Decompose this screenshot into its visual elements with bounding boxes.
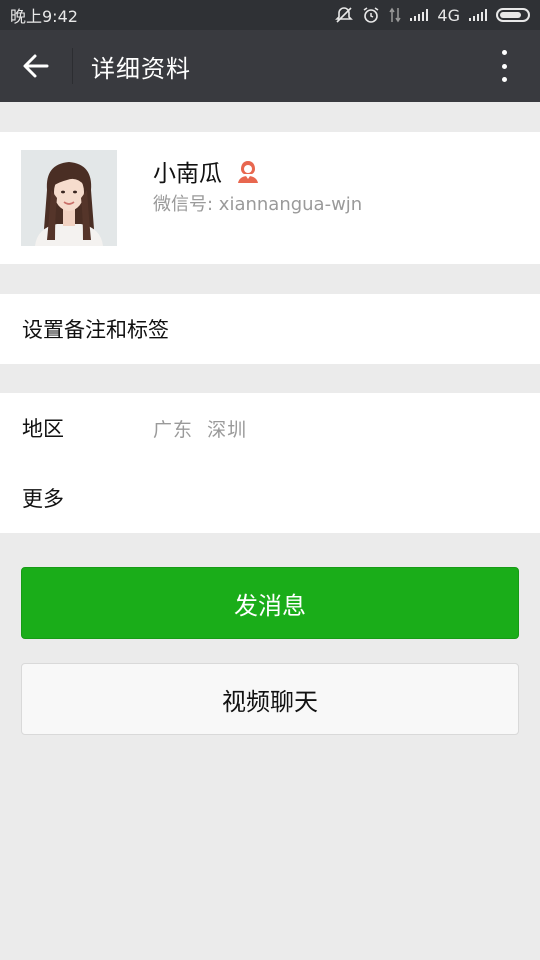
- more-cell[interactable]: 更多: [0, 463, 540, 533]
- data-transfer-icon: [389, 7, 402, 23]
- network-type: 4G: [437, 5, 460, 25]
- send-message-button[interactable]: 发消息: [21, 567, 519, 639]
- avatar-photo: [21, 150, 117, 246]
- page-title: 详细资料: [91, 54, 191, 83]
- status-icons: 4G: [335, 6, 530, 25]
- more-button[interactable]: [484, 48, 524, 84]
- more-label: 更多: [22, 487, 64, 511]
- back-button[interactable]: [0, 30, 72, 102]
- status-time: 晚上9:42: [10, 7, 78, 26]
- status-bar: 晚上9:42 4G: [0, 0, 540, 30]
- remark-tags-cell[interactable]: 设置备注和标签: [0, 294, 540, 364]
- more-vertical-icon: [501, 50, 507, 55]
- wechat-id: 微信号: xiannangua-wjn: [153, 194, 363, 215]
- battery-icon: [496, 8, 530, 22]
- alarm-icon: [362, 6, 380, 24]
- female-user-icon: [238, 161, 258, 183]
- no-notifications-icon: [335, 6, 354, 24]
- signal-icon-2: [469, 9, 487, 21]
- title-bar: 详细资料: [0, 30, 540, 102]
- title-divider: [72, 48, 73, 84]
- region-value: 广东 深圳: [153, 418, 248, 441]
- region-cell: 地区 广东 深圳: [0, 393, 540, 463]
- arrow-left-icon: [23, 54, 49, 78]
- signal-icon: [410, 9, 429, 21]
- video-chat-button[interactable]: 视频聊天: [21, 663, 519, 735]
- remark-group: 设置备注和标签: [0, 294, 540, 364]
- region-label: 地区: [22, 417, 64, 441]
- remark-tags-label: 设置备注和标签: [22, 318, 169, 342]
- name-row: 小南瓜: [153, 154, 260, 188]
- avatar[interactable]: [21, 150, 117, 246]
- info-group: 地区 广东 深圳 更多: [0, 393, 540, 533]
- profile-card: 小南瓜 微信号: xiannangua-wjn: [0, 132, 540, 264]
- profile-name: 小南瓜: [153, 161, 222, 187]
